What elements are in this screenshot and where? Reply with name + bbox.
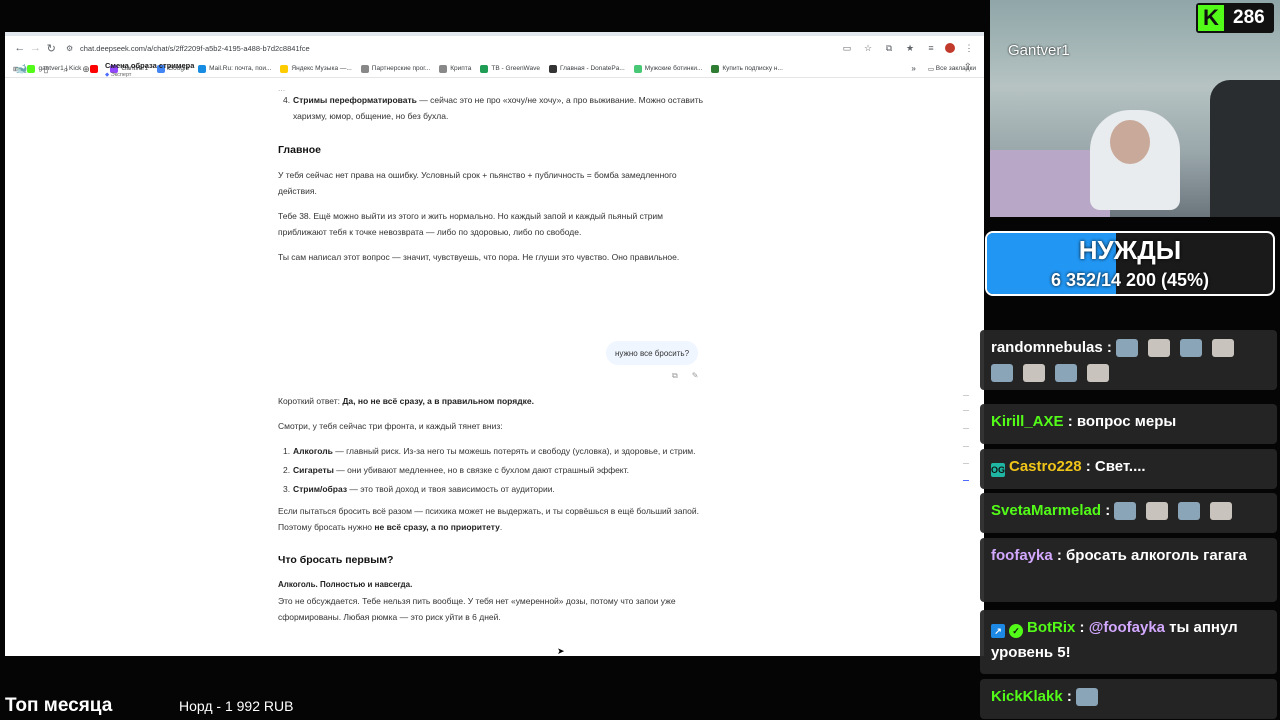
chat-emote-icon bbox=[1146, 502, 1169, 521]
chat-emote-icon bbox=[1116, 339, 1139, 358]
bot-badge-icon: ↗ bbox=[991, 624, 1005, 638]
list-item-bold: Стримы переформатировать bbox=[293, 95, 417, 105]
copy-icon[interactable]: ⧉ bbox=[672, 371, 678, 381]
chat-message: KickKlakk : bbox=[980, 679, 1277, 719]
chat-subtitle: ◆ Эксперт bbox=[105, 72, 194, 78]
navigation-bar: ← → ↻ ⚙ chat.deepseek.com/a/chat/s/2ff22… bbox=[5, 36, 984, 60]
new-chat-icon[interactable]: ⊕ bbox=[81, 64, 91, 75]
streamer-name: Gantver1 bbox=[1008, 42, 1070, 59]
chat-text: вопрос меры bbox=[1076, 413, 1177, 430]
chat-username[interactable]: randomnebulas bbox=[991, 339, 1103, 356]
heading-first: Что бросать первым? bbox=[278, 554, 394, 566]
app-header: 🐋 ▯ ⌕ ⊕ Смена образа стримера ◆ Эксперт … bbox=[5, 58, 984, 80]
top-month-title: Топ месяца bbox=[5, 695, 113, 716]
paragraph: Если пытаться бросить всё разом — психик… bbox=[278, 506, 699, 532]
paragraph: Тебе 38. Ещё можно выйти из этого и жить… bbox=[278, 211, 664, 237]
assistant-answer: Короткий ответ: Да, но не всё сразу, а в… bbox=[278, 393, 703, 625]
paragraph: Ты сам написал этот вопрос — значит, чув… bbox=[278, 252, 680, 262]
chat-emote-icon bbox=[1148, 339, 1171, 358]
chat-mention[interactable]: @foofayka bbox=[1089, 619, 1165, 636]
bookmark-star-icon[interactable]: ☆ bbox=[861, 43, 875, 54]
kick-logo-icon: K bbox=[1198, 5, 1224, 31]
share-icon[interactable]: ⇪ bbox=[964, 62, 972, 73]
verified-badge-icon: ✓ bbox=[1009, 624, 1023, 638]
chat-emote-icon bbox=[1212, 339, 1235, 358]
message-actions: ⧉ ✎ bbox=[672, 371, 698, 381]
list-item: 1. Алкоголь — главный риск. Из-за него ты… bbox=[283, 446, 696, 456]
scroll-marker-active[interactable] bbox=[963, 480, 969, 481]
scroll-marker[interactable] bbox=[963, 463, 969, 464]
chat-title: Смена образа стримера bbox=[105, 60, 195, 70]
search-icon[interactable]: ⌕ bbox=[61, 64, 71, 75]
goal-progress-text: 6 352/14 200 (45%) bbox=[1050, 270, 1210, 290]
chat-message: OG Castro228 : Свет.... bbox=[980, 449, 1277, 489]
list-item: 3. Стрим/образ — это твой доход и твоя за… bbox=[283, 484, 555, 494]
viewer-count: 286 bbox=[1233, 7, 1265, 28]
profile-avatar[interactable] bbox=[945, 43, 956, 53]
sidebar-toggle-icon[interactable]: ▯ bbox=[41, 64, 51, 75]
chat-emote-icon bbox=[1210, 502, 1233, 521]
site-info-icon[interactable]: ⚙ bbox=[66, 44, 76, 53]
alcohol-heading: Алкоголь. Полностью и навсегда. bbox=[278, 580, 413, 589]
chat-text: бросать алкоголь гагага bbox=[1066, 547, 1247, 564]
chat-username[interactable]: Kirill_AXE bbox=[991, 413, 1064, 430]
chat-username[interactable]: KickKlakk bbox=[991, 688, 1063, 705]
chat-emote-icon bbox=[1178, 502, 1201, 521]
chat-emote-icon bbox=[1087, 364, 1109, 383]
chat-subtitle-text: Эксперт bbox=[110, 71, 132, 78]
chat-emote-icon bbox=[1055, 364, 1077, 383]
install-icon[interactable]: ▭ bbox=[840, 43, 854, 54]
top-donor: Норд - 1 992 RUB bbox=[179, 698, 294, 714]
menu-icon[interactable]: ⋮ bbox=[962, 43, 976, 54]
previous-text-fragment: ... bbox=[278, 83, 286, 92]
donation-goal: НУЖДЫ 6 352/14 200 (45%) bbox=[985, 231, 1275, 296]
chat-emote-icon bbox=[1114, 502, 1137, 521]
scroll-marker[interactable] bbox=[963, 410, 969, 411]
chat-message: Kirill_AXE : вопрос меры bbox=[980, 404, 1277, 444]
answer-list: 1. Алкоголь — главный риск. Из-за него ты… bbox=[283, 443, 703, 497]
chat-text: Свет.... bbox=[1094, 458, 1146, 475]
goal-title: НУЖДЫ bbox=[1078, 235, 1182, 265]
extensions-icon[interactable]: ⧉ bbox=[882, 43, 896, 54]
chat-emote-icon bbox=[1076, 688, 1099, 707]
stream-chat: randomnebulas : Kirill_AXE : вопрос меры… bbox=[980, 300, 1280, 720]
url-text: chat.deepseek.com/a/chat/s/2ff2209f-a5b2… bbox=[80, 43, 310, 53]
chat-username[interactable]: SvetaMarmelad bbox=[991, 502, 1101, 519]
scroll-marker[interactable] bbox=[963, 446, 969, 447]
chat-emote-icon bbox=[1023, 364, 1045, 383]
paragraph: Смотри, у тебя сейчас три фронта, и кажд… bbox=[278, 421, 503, 431]
paragraph: У тебя сейчас нет права на ошибку. Услов… bbox=[278, 170, 677, 196]
edit-icon[interactable]: ✎ bbox=[692, 371, 699, 381]
deepseek-logo-icon[interactable]: 🐋 bbox=[15, 64, 31, 75]
chat-username[interactable]: foofayka bbox=[991, 547, 1053, 564]
chat-message: randomnebulas : bbox=[980, 330, 1277, 390]
viewer-count-badge: K 286 bbox=[1196, 3, 1274, 33]
chat-emote-icon bbox=[991, 364, 1013, 383]
chat-message: SvetaMarmelad : bbox=[980, 493, 1277, 533]
chat-username[interactable]: Castro228 bbox=[1009, 458, 1082, 475]
address-bar[interactable]: ⚙ chat.deepseek.com/a/chat/s/2ff2209f-a5… bbox=[66, 38, 836, 58]
chat-message: foofayka : бросать алкоголь гагага bbox=[980, 538, 1277, 602]
mouse-cursor-icon: ➤ bbox=[557, 646, 565, 656]
chat-emote-icon bbox=[1180, 339, 1203, 358]
paragraph: Это не обсуждается. Тебе нельзя пить воо… bbox=[278, 596, 676, 622]
chat-username[interactable]: BotRix bbox=[1027, 619, 1075, 636]
forward-icon[interactable]: → bbox=[29, 39, 43, 57]
scroll-marker[interactable] bbox=[963, 428, 969, 429]
heading-main: Главное bbox=[278, 144, 321, 156]
scroll-marker[interactable] bbox=[963, 395, 969, 396]
reload-icon[interactable]: ↻ bbox=[44, 39, 58, 57]
assistant-message: ... 4. Стримы переформатировать — сейчас… bbox=[278, 80, 703, 265]
list-item: 4. Стримы переформатировать — сейчас это… bbox=[283, 95, 704, 121]
list-item: 2. Сигареты — они убивают медленнее, но в… bbox=[283, 465, 629, 475]
bookmarks-icon[interactable]: ★ bbox=[903, 43, 917, 54]
screen: ← → ↻ ⚙ chat.deepseek.com/a/chat/s/2ff22… bbox=[0, 0, 1280, 720]
chat-message: ↗ ✓ BotRix : @foofayka ты апнул уровень 5! bbox=[980, 610, 1277, 674]
back-icon[interactable]: ← bbox=[13, 39, 27, 57]
media-icon[interactable]: ≡ bbox=[924, 43, 938, 53]
short-answer: Короткий ответ: Да, но не всё сразу, а в… bbox=[278, 396, 534, 406]
og-badge-icon: OG bbox=[991, 463, 1006, 477]
user-message-bubble: нужно все бросить? bbox=[606, 341, 699, 365]
